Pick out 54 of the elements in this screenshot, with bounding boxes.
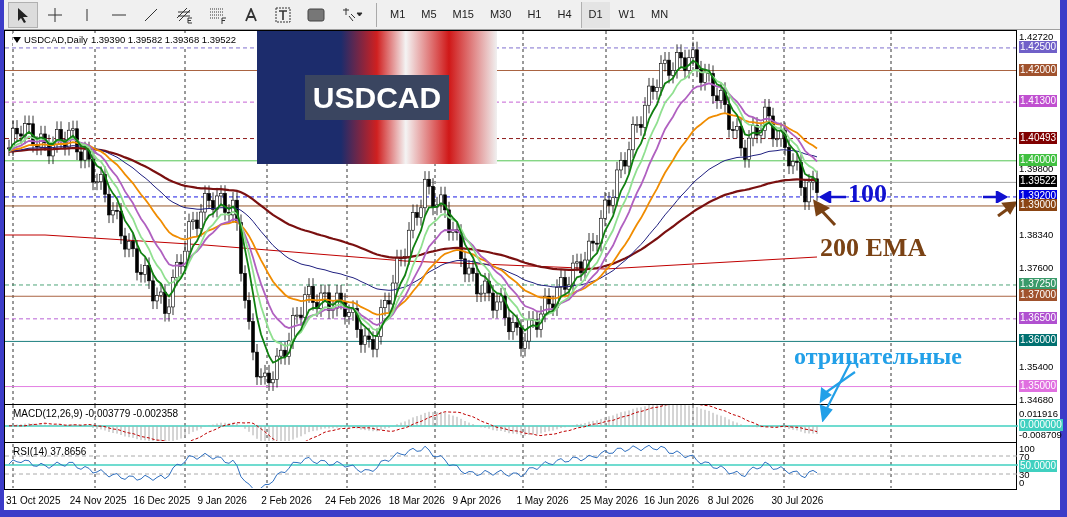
timeframe-button[interactable]: H1	[520, 1, 549, 28]
rsi-label: RSI(14) 37.8656	[13, 445, 87, 459]
date-label: 2 Feb 2026	[261, 493, 313, 508]
timeframe-button[interactable]: W1	[611, 1, 643, 28]
axis-tick-label: 100	[1019, 443, 1035, 454]
axis-tick-label: 0	[1019, 477, 1025, 489]
date-label: 30 Jul 2026	[771, 493, 825, 508]
annotation-text: 200 EMA	[820, 235, 927, 261]
price-label: 1.36000	[1019, 334, 1058, 347]
date-label: 24 Feb 2026	[325, 493, 383, 508]
timeframe-button[interactable]: M15	[445, 1, 481, 28]
date-label: 1 May 2026	[516, 493, 570, 508]
price-label: 1.37250	[1019, 277, 1058, 290]
price-label: 50.0000	[1019, 460, 1058, 472]
axis-tick-label: 1.37600	[1019, 262, 1054, 275]
date-label: 31 Oct 2025	[6, 493, 62, 508]
symbol-label: USDCAD,Daily	[24, 33, 88, 47]
price-label: 1.39522	[1019, 175, 1058, 188]
price-label: 0.000000	[1019, 419, 1063, 431]
axis-tick-label: 70	[1019, 451, 1030, 462]
banner-title: USDCAD	[304, 75, 450, 120]
price-label: 1.40000	[1019, 153, 1058, 166]
annotation-text: 100	[848, 181, 887, 207]
axis-tick-label: 0.011916	[1019, 408, 1058, 420]
timeframe-button[interactable]: M5	[414, 1, 444, 28]
timeframe-button[interactable]: D1	[580, 1, 610, 28]
timeframe-button[interactable]: M30	[482, 1, 519, 28]
axis-tick-label: 30	[1019, 469, 1030, 480]
macd-label: MACD(12,26,9) -0.003779 -0.002358	[13, 407, 179, 421]
date-label: 25 May 2026	[580, 493, 639, 508]
date-label: 16 Jun 2026	[643, 493, 701, 508]
axis-tick-label: 1.42720	[1019, 31, 1054, 42]
date-label: 9 Jan 2026	[197, 493, 248, 508]
price-label: 1.41300	[1019, 95, 1058, 108]
price-label: 1.40493	[1019, 131, 1058, 144]
price-label: 1.39000	[1019, 198, 1058, 211]
axis-tick-label: 1.38340	[1019, 228, 1054, 241]
date-label: 8 Jul 2026	[707, 493, 755, 508]
timeframe-button[interactable]: MN	[644, 1, 676, 28]
axis-tick-label: 1.34680	[1019, 394, 1054, 406]
date-label: 24 Nov 2025	[69, 493, 128, 508]
axis-tick-label: 1.35400	[1019, 361, 1054, 374]
ohlc-values: 1.39390 1.39582 1.39368 1.39522	[90, 33, 237, 47]
price-label: 1.35000	[1019, 379, 1058, 392]
price-label: 1.36500	[1019, 311, 1058, 324]
price-label: 1.37000	[1019, 289, 1058, 302]
date-label: 18 Mar 2026	[388, 493, 446, 508]
price-label: 1.42000	[1019, 63, 1058, 76]
timeframe-button[interactable]: M1	[383, 1, 413, 28]
annotation-text: отрицательные	[794, 344, 962, 368]
timeframe-button[interactable]: H4	[550, 1, 579, 28]
date-label: 9 Apr 2026	[452, 493, 502, 508]
price-label: 1.42500	[1019, 40, 1058, 53]
date-label: 16 Dec 2025	[133, 493, 192, 508]
